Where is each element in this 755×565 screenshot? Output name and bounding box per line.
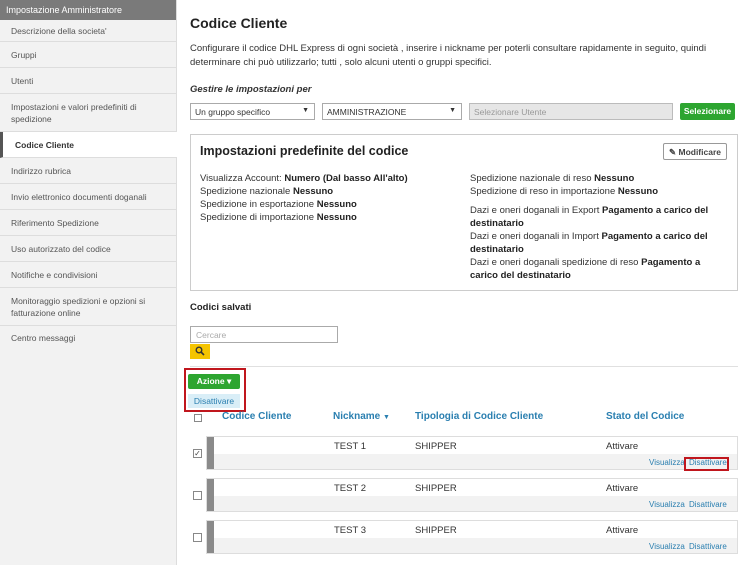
- column-header-type[interactable]: Tipologia di Codice Cliente: [415, 411, 543, 422]
- row-checkbox[interactable]: [193, 533, 202, 542]
- page-title: Codice Cliente: [190, 15, 288, 31]
- row-nickname: TEST 2: [334, 483, 367, 494]
- action-highlight: Azione ▾ Disattivare: [184, 368, 246, 412]
- search-input[interactable]: Cercare: [190, 326, 338, 343]
- default-settings-title: Impostazioni predefinite del codice: [200, 144, 409, 158]
- action-menu-deactivate[interactable]: Disattivare: [188, 394, 240, 408]
- setting-import-return: Spedizione di reso in importazione Nessu…: [470, 186, 658, 197]
- action-button[interactable]: Azione ▾: [188, 374, 240, 389]
- group-select[interactable]: AMMINISTRAZIONE ▼: [322, 103, 462, 120]
- scope-select[interactable]: Un gruppo specifico ▼: [190, 103, 315, 120]
- view-link[interactable]: Visualizza: [649, 458, 685, 467]
- row-status: Attivare: [606, 525, 639, 536]
- scope-select-value: Un gruppo specifico: [195, 107, 271, 117]
- sidebar: Impostazione Amministratore Descrizione …: [0, 0, 177, 565]
- table-row: TEST 1 SHIPPER Attivare Visualizza Disat…: [206, 436, 738, 471]
- deactivate-highlight: [684, 457, 729, 471]
- row-type: SHIPPER: [415, 441, 457, 452]
- pencil-icon: ✎: [668, 147, 677, 157]
- sidebar-item-shipping-defaults[interactable]: Impostazioni e valori predefiniti di spe…: [0, 94, 176, 132]
- setting-export-duties: Dazi e oneri doganali in Export Pagament…: [470, 205, 709, 229]
- deactivate-link[interactable]: Disattivare: [689, 500, 727, 509]
- deactivate-link[interactable]: Disattivare: [689, 542, 727, 551]
- chevron-down-icon: ▼: [449, 107, 456, 114]
- setting-display-account: Visualizza Account: Numero (Dal basso Al…: [200, 173, 408, 184]
- table-row: TEST 3 SHIPPER Attivare Visualizza Disat…: [206, 520, 738, 554]
- search-icon: [195, 346, 205, 356]
- row-indicator: [207, 479, 214, 511]
- table-row: TEST 2 SHIPPER Attivare Visualizza Disat…: [206, 478, 738, 512]
- select-all-checkbox[interactable]: [194, 414, 202, 422]
- modify-button[interactable]: ✎ Modificare: [663, 143, 727, 160]
- modify-button-label: Modificare: [678, 147, 721, 157]
- saved-codes-title: Codici salvati: [190, 302, 252, 313]
- row-nickname: TEST 3: [334, 525, 367, 536]
- setting-import-duties: Dazi e oneri doganali in Import Pagament…: [470, 231, 708, 255]
- user-select-input[interactable]: Selezionare Utente: [469, 103, 673, 120]
- row-type: SHIPPER: [415, 483, 457, 494]
- nickname-header-label: Nickname: [333, 411, 381, 422]
- sidebar-item-notifications[interactable]: Notifiche e condivisioni: [0, 262, 176, 288]
- sidebar-item-tracking-billing[interactable]: Monitoraggio spedizioni e opzioni si fat…: [0, 288, 176, 326]
- row-type: SHIPPER: [415, 525, 457, 536]
- column-header-nickname[interactable]: Nickname ▼: [333, 411, 390, 422]
- intro-text: Configurare il codice DHL Express di ogn…: [190, 43, 707, 68]
- setting-return-duties: Dazi e oneri doganali spedizione di reso…: [470, 257, 701, 281]
- checkmark-icon: ✓: [194, 449, 201, 458]
- sidebar-item-message-center[interactable]: Centro messaggi: [0, 326, 176, 350]
- row-indicator: [207, 521, 214, 553]
- sidebar-item-users[interactable]: Utenti: [0, 68, 176, 94]
- view-link[interactable]: Visualizza: [649, 542, 685, 551]
- row-status: Attivare: [606, 483, 639, 494]
- row-checkbox[interactable]: [193, 491, 202, 500]
- sidebar-header: Impostazione Amministratore: [0, 0, 176, 20]
- view-link[interactable]: Visualizza: [649, 500, 685, 509]
- sort-down-icon: ▼: [383, 414, 390, 421]
- select-button[interactable]: Selezionare: [680, 103, 735, 120]
- row-checkbox[interactable]: ✓: [193, 449, 202, 458]
- divider: [190, 366, 738, 367]
- sidebar-item-account-code[interactable]: Codice Cliente: [0, 132, 177, 158]
- default-settings-panel: Impostazioni predefinite del codice ✎ Mo…: [190, 134, 738, 291]
- column-header-account-code[interactable]: Codice Cliente: [222, 411, 291, 422]
- row-indicator: [207, 437, 214, 469]
- column-header-status[interactable]: Stato del Codice: [606, 411, 684, 422]
- caret-down-icon: ▾: [226, 376, 232, 386]
- sidebar-item-groups[interactable]: Gruppi: [0, 42, 176, 68]
- sidebar-item-customs-documents[interactable]: Invio elettronico documenti doganali: [0, 184, 176, 210]
- action-button-label: Azione: [196, 376, 225, 386]
- setting-export: Spedizione in esportazione Nessuno: [200, 199, 357, 210]
- row-nickname: TEST 1: [334, 441, 367, 452]
- sidebar-item-shipment-reference[interactable]: Riferimento Spedizione: [0, 210, 176, 236]
- sidebar-item-address-book[interactable]: Indirizzo rubrica: [0, 158, 176, 184]
- row-status: Attivare: [606, 441, 639, 452]
- search-button[interactable]: [190, 344, 210, 359]
- chevron-down-icon: ▼: [302, 107, 309, 114]
- manage-settings-label: Gestire le impostazioni per: [190, 84, 312, 95]
- setting-import: Spedizione di importazione Nessuno: [200, 212, 357, 223]
- group-select-value: AMMINISTRAZIONE: [327, 107, 407, 117]
- setting-domestic: Spedizione nazionale Nessuno: [200, 186, 334, 197]
- sidebar-item-company-description[interactable]: Descrizione della societa': [0, 20, 176, 42]
- sidebar-item-authorized-use[interactable]: Uso autorizzato del codice: [0, 236, 176, 262]
- setting-domestic-return: Spedizione nazionale di reso Nessuno: [470, 173, 635, 184]
